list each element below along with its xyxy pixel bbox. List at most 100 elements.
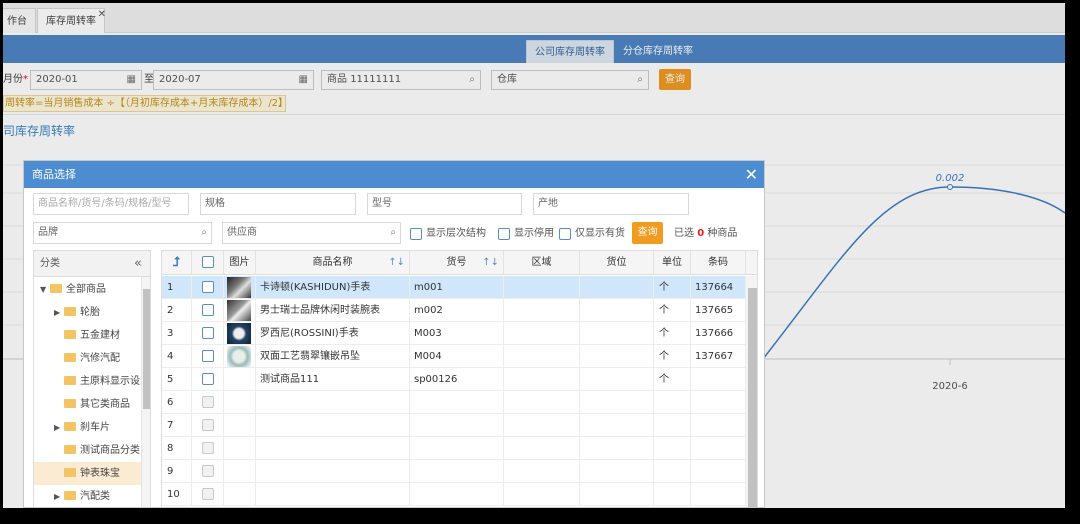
cell-loc [580,368,654,391]
close-icon[interactable]: ✕ [745,161,758,188]
caret-right-icon[interactable]: ▶ [54,416,64,439]
select-all-checkbox[interactable] [202,256,214,268]
tree-scrollbar[interactable] [141,277,150,507]
category-tree: 分类 « ▼ 全部商品 ▶ 轮胎 五金建材 汽修汽配 主原料显示设 其它类商品 ▶ 刹车片 测试商品… [33,250,151,507]
supplier-input[interactable]: 供应商 ⌕ [222,222,401,244]
grid-scrollbar[interactable] [746,276,757,507]
selected-summary: 已选 0 种商品 [674,227,737,241]
category-node[interactable]: ▶ 刹车片 [34,416,142,439]
cell-img [224,437,256,460]
product-select-modal: 商品选择 ✕ 商品名称/货号/条码/规格/型号 规格 型号 产地 品牌 ⌕ 供应商… [23,160,765,508]
cell-code: m001 [410,276,504,299]
cell-chk[interactable] [192,460,224,483]
cell-barcode [691,414,746,437]
cell-name [256,391,410,414]
cell-loc [580,345,654,368]
search-icon[interactable]: ⌕ [390,223,396,243]
cell-idx: 10 [162,483,192,506]
cell-chk[interactable] [192,276,224,299]
cell-loc [580,322,654,345]
category-node[interactable]: 钟表珠宝 [34,462,142,485]
category-node-label: 五金建材 [80,330,120,341]
scroll-thumb[interactable] [143,289,150,409]
collapse-icon[interactable]: « [134,251,142,277]
category-node[interactable]: ▶ 轮胎 [34,301,142,324]
category-node-label: 汽配类 [80,491,110,502]
cell-idx: 3 [162,322,192,345]
origin-input[interactable]: 产地 [533,193,689,215]
spec-input[interactable]: 规格 [200,193,356,215]
caret-right-icon[interactable]: ▶ [54,301,64,324]
supplier-placeholder: 供应商 [227,227,257,238]
cell-unit: 个 [654,276,691,299]
product-thumbnail [227,346,251,367]
cell-name: 男士瑞士品牌休闲时装腕表 [256,299,410,322]
category-node-label: 钟表珠宝 [80,468,120,479]
category-node[interactable]: 其它类商品 [34,393,142,416]
category-node[interactable]: ▼ 全部商品 [34,278,142,301]
category-node-label: 其它类商品 [80,399,130,410]
cell-unit: 个 [654,322,691,345]
cell-img [224,460,256,483]
modal-query-button[interactable]: 查询 [632,222,663,244]
cell-chk[interactable] [192,322,224,345]
hierarchy-checkbox[interactable] [410,228,422,240]
scroll-thumb[interactable] [748,288,757,507]
cell-name: 测试商品111 [256,368,410,391]
selected-suffix: 种商品 [707,228,738,239]
cell-barcode [691,368,746,391]
row-checkbox[interactable] [202,304,214,316]
cell-barcode [691,391,746,414]
brand-input[interactable]: 品牌 ⌕ [33,222,212,244]
category-node[interactable]: 汽修汽配 [34,347,142,370]
cell-chk[interactable] [192,299,224,322]
folder-icon [64,329,76,339]
cell-chk[interactable] [192,345,224,368]
row-checkbox[interactable] [202,281,214,293]
row-checkbox [202,442,214,454]
col-product-name[interactable]: 商品名称 ↑↓ [256,251,410,275]
category-node[interactable]: ▶ 汽配类 [34,485,142,507]
sort-icon[interactable]: ↑↓ [482,251,499,275]
search-icon[interactable]: ⌕ [201,223,207,243]
caret-down-icon[interactable]: ▼ [40,278,50,301]
show-disabled-label: 显示停用 [514,228,554,239]
cell-chk[interactable] [192,414,224,437]
cell-chk[interactable] [192,483,224,506]
row-checkbox[interactable] [202,350,214,362]
cell-name [256,414,410,437]
col-code[interactable]: 货号 ↑↓ [410,251,504,275]
cell-chk[interactable] [192,391,224,414]
category-node[interactable]: 五金建材 [34,324,142,347]
in-stock-only-label: 仅显示有货 [575,228,625,239]
caret-right-icon[interactable]: ▶ [54,485,64,507]
cell-code [410,460,504,483]
folder-icon [50,283,62,293]
sort-icon[interactable]: ↑↓ [388,251,405,275]
cell-chk[interactable] [192,368,224,391]
product-search-input[interactable]: 商品名称/货号/条码/规格/型号 [33,193,189,215]
row-checkbox [202,396,214,408]
show-disabled-checkbox[interactable] [498,228,510,240]
cell-unit: 个 [654,368,691,391]
category-node-label: 轮胎 [80,307,100,318]
row-checkbox[interactable] [202,327,214,339]
cell-idx: 4 [162,345,192,368]
cell-img [224,483,256,506]
cell-code: sp00126 [410,368,504,391]
category-node[interactable]: 测试商品分类 [34,439,142,462]
model-input[interactable]: 型号 [367,193,522,215]
cell-chk[interactable] [192,437,224,460]
header-select-all[interactable] [192,251,224,275]
col-code-label: 货号 [446,257,467,268]
product-thumbnail [227,323,251,344]
folder-icon [64,490,76,500]
cell-code [410,437,504,460]
cell-img [224,276,256,299]
in-stock-only-checkbox[interactable] [559,228,571,240]
modal-header: 商品选择 ✕ [24,161,764,188]
row-checkbox[interactable] [202,373,214,385]
category-node[interactable]: 主原料显示设 [34,370,142,393]
sort-up-icon[interactable]: ⮥ [162,251,192,275]
cell-code [410,391,504,414]
